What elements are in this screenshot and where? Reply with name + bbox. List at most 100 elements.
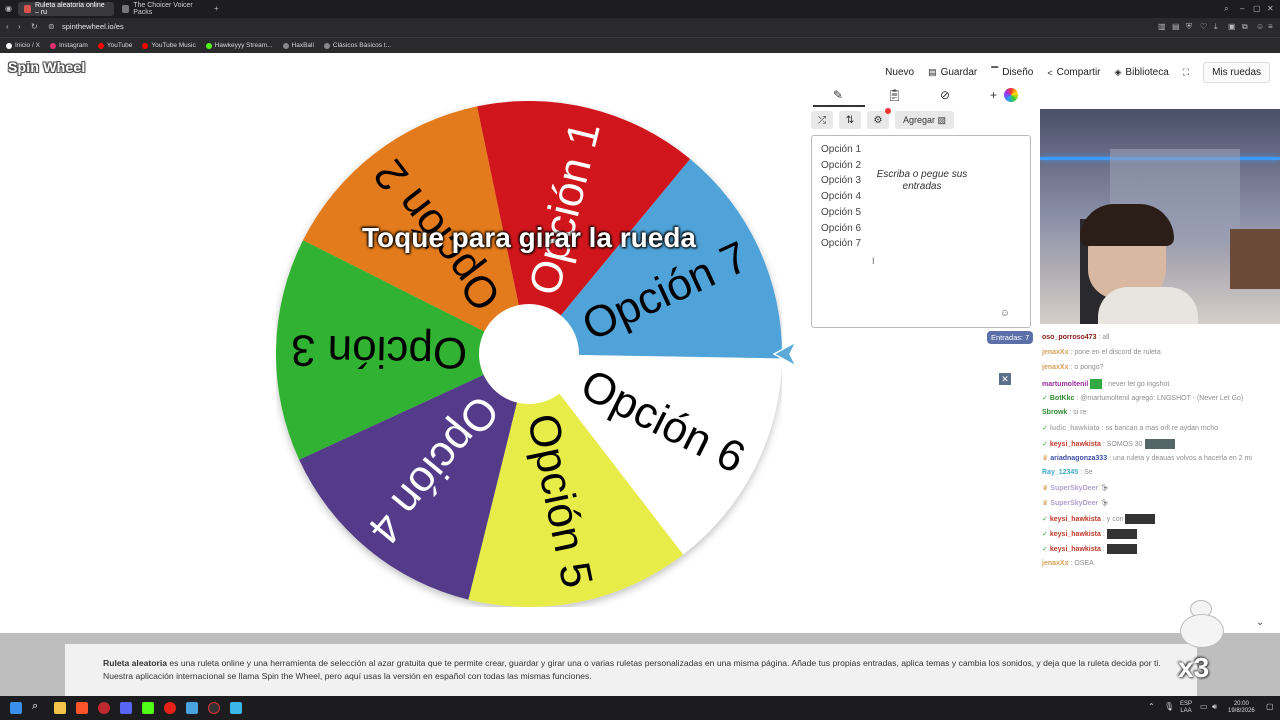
heart-icon[interactable]: ♡ [1200,22,1207,31]
mic-icon[interactable]: 🎙︎ [1164,703,1174,711]
profile-icon[interactable]: ☺ [1256,22,1264,31]
chat-text: : y con [1102,515,1124,523]
bookmark-haxball[interactable]: HaxBall [282,42,314,49]
entry-item[interactable]: Opción 7 [821,236,861,252]
chat-message: ✓ keysi_hawkista: y con [1042,514,1156,524]
hide-tab-eye-slash-icon[interactable]: ⊘ [940,88,950,102]
app-icon[interactable] [186,702,198,714]
add-image-button[interactable]: Agregar ▨ [895,111,955,129]
clock[interactable]: 20:00 19/8/2026 [1228,701,1255,715]
discord-icon[interactable] [120,702,132,714]
duck-overlay [1180,596,1226,652]
chevron-down-icon[interactable]: ⌄ [1256,617,1264,628]
chair [1230,229,1280,289]
shield-icon[interactable]: ⛨ [1186,22,1192,32]
settings-button[interactable]: ⚙ [867,108,891,129]
forward-icon[interactable]: › [18,22,21,31]
nuevo-button[interactable]: Nuevo [885,67,914,78]
maximize-icon[interactable]: ▢ [1253,4,1261,13]
media-player-icon[interactable] [164,702,176,714]
start-icon[interactable] [10,702,22,714]
chat-message: Sbrowk: si re [1042,409,1086,416]
bookmark-hawkeyyy[interactable]: Hawkeyyy Stream... [205,42,273,49]
kick-icon[interactable] [142,702,154,714]
obs-icon[interactable] [208,702,220,714]
instagram-icon [49,42,56,49]
language-indicator[interactable]: ESP LAA [1180,701,1192,715]
reload-icon[interactable]: ↻ [31,22,38,31]
extensions-icon[interactable]: ⧉ [1242,22,1248,32]
entry-item[interactable]: Opción 1 [821,142,861,158]
entry-item[interactable]: Opción 3 [821,173,861,189]
diseno-button[interactable]: ▔ Diseño [991,67,1033,78]
site-logo[interactable]: Spin Wheel [8,59,85,75]
wheel-center-hub [479,304,579,404]
tab-choicer[interactable]: The Choicer Voicer Packs [116,2,212,16]
download-icon[interactable]: ⤓ [1214,22,1218,32]
tab-ruleta[interactable]: Ruleta aleatoria online – ru [18,2,114,16]
entry-item[interactable]: Opción 5 [821,205,861,221]
entry-item[interactable]: Opción 2 [821,158,861,174]
info-bold: Ruleta aleatoria [103,658,167,668]
shuffle-button[interactable]: ⤮ [811,111,833,129]
chat-text: : [1102,530,1105,538]
notepad-icon[interactable] [230,702,242,714]
biblioteca-button[interactable]: ◈ Biblioteca [1115,67,1169,78]
active-tab-indicator [813,105,865,107]
bookmark-youtube[interactable]: YouTube [97,42,132,49]
reader-icon[interactable]: ▤ [1172,22,1180,31]
url-field[interactable]: spinthewheel.io/es [62,22,124,31]
bookmark-label: Hawkeyyy Stream... [214,42,273,49]
chevron-up-icon[interactable]: ⌃ [1148,703,1155,711]
search-tabs-icon[interactable]: ⌕ [1224,4,1228,14]
guardar-button[interactable]: ▤ Guardar [928,67,977,78]
chat-message: jenaxXx: OSEA [1042,560,1094,567]
wheel-graphic[interactable]: Opción 1Opción 2Opción 3Opción 4 Opción 5… [276,101,782,607]
chat-message: jenaxXx: o pongo? [1042,364,1104,371]
close-window-icon[interactable]: ✕ [1267,4,1274,13]
volume-icon[interactable]: 🔊︎ [1212,703,1217,711]
minimize-icon[interactable]: – [1240,4,1244,13]
spin-wheel[interactable]: Opción 1 Opción 2 Opción 3 Opción 4 Opción 5… [276,101,782,607]
info-paragraph: Ruleta aleatoria es una ruleta online y … [103,657,1193,682]
notification-icon[interactable]: ▢ [1266,703,1274,711]
color-palette-icon[interactable] [1004,88,1018,102]
bookmark-instagram[interactable]: Instagram [49,42,88,49]
new-tab-icon[interactable]: + [214,4,219,13]
file-explorer-icon[interactable] [54,702,66,714]
fullscreen-button[interactable]: ⛶ [1183,67,1189,78]
site-info-icon[interactable]: ⊜ [48,22,55,31]
spin-instruction[interactable]: Toque para girar la rueda [276,222,782,254]
bookmark-label: YouTube Music [151,42,196,49]
wallet-icon[interactable]: ▣ [1228,22,1236,31]
entries-textarea[interactable]: Opción 1 Opción 2 Opción 3 Opción 4 Opci… [811,135,1031,328]
chat-text: : [1102,545,1105,553]
compartir-button[interactable]: < Compartir [1047,67,1100,78]
results-tab-clipboard-icon[interactable]: 📋︎ [887,88,902,102]
mis-ruedas-button[interactable]: Mis ruedas [1203,62,1270,83]
chat-message: ✓ keysi_hawkista: [1042,529,1137,539]
tab-title: Ruleta aleatoria online – ru [34,2,105,16]
chat-message: Ray_12345: Se [1042,469,1093,476]
add-wheel-plus-icon[interactable]: + [990,88,997,102]
clock-date: 19/8/2026 [1228,708,1255,714]
entry-item[interactable]: Opción 4 [821,189,861,205]
chat-text: : @martumoltenil agregó: LNGSHOT - (Neve… [1076,394,1244,402]
opera-icon[interactable] [98,702,110,714]
brave-icon[interactable] [76,702,88,714]
edit-tab-pencil-icon[interactable]: ✎ [833,88,843,102]
bookmark-youtube-music[interactable]: YouTube Music [142,42,196,49]
sidebar-icon[interactable]: ▥ [1158,22,1166,31]
sort-button[interactable]: ⇅ [839,111,861,129]
close-overlay-button[interactable]: ✕ [999,373,1011,385]
entry-item[interactable]: Opción 6 [821,221,861,237]
browser-menu-icon[interactable]: ◉ [5,4,12,13]
back-icon[interactable]: ‹ [6,22,9,31]
bookmark-clasicos[interactable]: Clásicos Básicos t... [323,42,391,49]
bookmark-x[interactable]: Inicio / X [6,42,40,49]
network-icon[interactable]: ▭ [1200,703,1208,711]
search-icon[interactable]: ⌕ [32,700,44,712]
menu-icon[interactable]: ≡ [1268,22,1273,31]
emoji-picker-icon[interactable]: ☺ [1000,308,1010,319]
add-label: Agregar [903,115,936,125]
